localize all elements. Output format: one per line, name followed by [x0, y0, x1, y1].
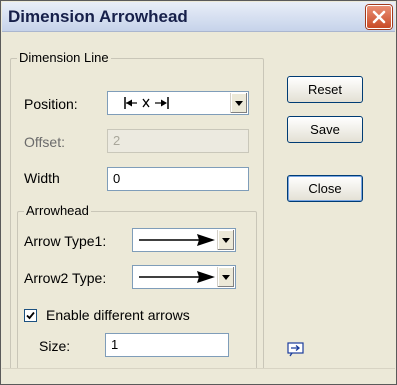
arrow-type2-dropdown-button[interactable]	[217, 267, 234, 287]
close-window-button[interactable]	[366, 5, 392, 29]
chevron-down-icon	[222, 238, 230, 243]
dialog-window: Dimension Arrowhead Dimension Line Posit…	[0, 0, 397, 385]
title-bar[interactable]: Dimension Arrowhead	[2, 2, 395, 32]
offset-field[interactable]: 2	[107, 129, 249, 153]
arrow-type2-label: Arrow2 Type:	[24, 270, 107, 286]
arrow-type1-value	[135, 231, 215, 249]
chevron-down-icon	[235, 101, 243, 106]
filled-arrow-icon	[139, 234, 215, 246]
window-title: Dimension Arrowhead	[8, 7, 188, 26]
dimension-line-legend: Dimension Line	[17, 50, 111, 65]
filled-arrow-icon	[139, 271, 215, 283]
enable-different-arrows-checkbox[interactable]	[24, 309, 37, 322]
position-dropdown-button[interactable]	[230, 93, 247, 113]
arrow-help-icon[interactable]	[287, 341, 305, 357]
offset-label: Offset:	[24, 134, 65, 150]
arrow-type2-dropdown[interactable]	[132, 265, 236, 289]
bottom-status-strip	[2, 368, 395, 383]
position-label: Position:	[24, 96, 78, 112]
save-button[interactable]: Save	[287, 116, 363, 143]
close-icon	[372, 10, 386, 24]
enable-different-arrows-label[interactable]: Enable different arrows	[46, 307, 190, 323]
arrowhead-legend: Arrowhead	[24, 203, 91, 218]
size-label: Size:	[39, 338, 71, 354]
arrow-type2-value	[135, 268, 215, 286]
arrow-type1-label: Arrow Type1:	[24, 233, 107, 249]
arrow-type1-dropdown-button[interactable]	[217, 230, 234, 250]
close-button[interactable]: Close	[287, 175, 363, 202]
arrow-type1-dropdown[interactable]	[132, 228, 236, 252]
position-dropdown[interactable]	[107, 91, 249, 115]
size-field[interactable]: 1	[105, 333, 229, 357]
chevron-down-icon	[222, 275, 230, 280]
arrows-outside-x-icon	[124, 97, 169, 109]
reset-button[interactable]: Reset	[287, 76, 363, 103]
position-value	[110, 94, 228, 112]
width-label: Width	[24, 170, 60, 186]
width-field[interactable]: 0	[107, 167, 249, 191]
checkmark-icon	[26, 311, 35, 320]
